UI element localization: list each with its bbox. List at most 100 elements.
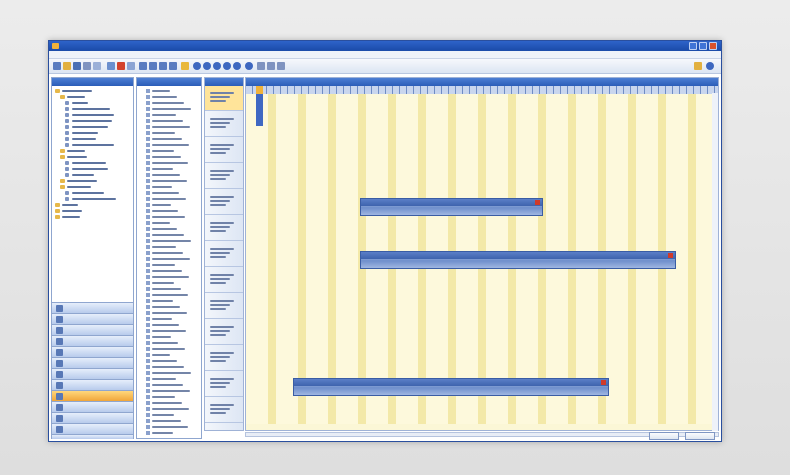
- resource-row[interactable]: [205, 398, 243, 423]
- nav-button-4[interactable]: [52, 335, 133, 346]
- settings-icon[interactable]: [277, 62, 285, 70]
- nav-today-icon[interactable]: [213, 62, 221, 70]
- resource-row[interactable]: [205, 372, 243, 397]
- preview-icon[interactable]: [93, 62, 101, 70]
- list-item[interactable]: [142, 161, 200, 165]
- close-button[interactable]: [709, 42, 717, 50]
- list-item[interactable]: [142, 113, 200, 117]
- print-icon[interactable]: [83, 62, 91, 70]
- grid-icon[interactable]: [257, 62, 265, 70]
- minimize-button[interactable]: [689, 42, 697, 50]
- list-item[interactable]: [142, 263, 200, 267]
- list-item[interactable]: [142, 137, 200, 141]
- list-item[interactable]: [142, 215, 200, 219]
- edit-icon[interactable]: [127, 62, 135, 70]
- list-item[interactable]: [142, 335, 200, 339]
- list-item[interactable]: [142, 107, 200, 111]
- nav-button-5[interactable]: [52, 346, 133, 357]
- list-item[interactable]: [142, 407, 200, 411]
- list-item[interactable]: [142, 119, 200, 123]
- nav-button-12[interactable]: [52, 423, 133, 434]
- list-item[interactable]: [142, 341, 200, 345]
- delete-icon[interactable]: [117, 62, 125, 70]
- nav-button-10[interactable]: [52, 401, 133, 412]
- list-item[interactable]: [142, 239, 200, 243]
- list-item[interactable]: [142, 323, 200, 327]
- list-item[interactable]: [142, 257, 200, 261]
- list-item[interactable]: [142, 281, 200, 285]
- resource-row[interactable]: [205, 268, 243, 293]
- list-item[interactable]: [142, 317, 200, 321]
- appointment-bar-1[interactable]: [360, 198, 543, 216]
- nav-next-icon[interactable]: [223, 62, 231, 70]
- list-item[interactable]: [142, 179, 200, 183]
- list-item[interactable]: [142, 167, 200, 171]
- list-item[interactable]: [142, 125, 200, 129]
- list-item[interactable]: [142, 227, 200, 231]
- resource-row[interactable]: [205, 86, 243, 111]
- list-item[interactable]: [142, 377, 200, 381]
- list-item[interactable]: [142, 311, 200, 315]
- new-icon[interactable]: [53, 62, 61, 70]
- resource-row[interactable]: [205, 346, 243, 371]
- list-item[interactable]: [142, 431, 200, 435]
- resource-row[interactable]: [205, 112, 243, 137]
- nav-button-6[interactable]: [52, 357, 133, 368]
- list-item[interactable]: [142, 185, 200, 189]
- resource-row[interactable]: [205, 320, 243, 345]
- nav-first-icon[interactable]: [193, 62, 201, 70]
- list-item[interactable]: [142, 89, 200, 93]
- list-item[interactable]: [142, 365, 200, 369]
- nav-prev-icon[interactable]: [203, 62, 211, 70]
- remove-icon[interactable]: [535, 200, 540, 205]
- footer-button-1[interactable]: [649, 432, 679, 440]
- list-item[interactable]: [142, 347, 200, 351]
- list-item[interactable]: [142, 275, 200, 279]
- list-item[interactable]: [142, 203, 200, 207]
- list-item[interactable]: [142, 395, 200, 399]
- list-item[interactable]: [142, 287, 200, 291]
- resource-row[interactable]: [205, 242, 243, 267]
- remove-icon[interactable]: [668, 253, 673, 258]
- list-item[interactable]: [142, 413, 200, 417]
- list-item[interactable]: [142, 191, 200, 195]
- zoom-icon[interactable]: [245, 62, 253, 70]
- list-item[interactable]: [142, 209, 200, 213]
- resource-row[interactable]: [205, 164, 243, 189]
- nav-button-1[interactable]: [52, 302, 133, 313]
- list-item[interactable]: [142, 101, 200, 105]
- list-item[interactable]: [142, 221, 200, 225]
- list-item[interactable]: [142, 383, 200, 387]
- maximize-button[interactable]: [699, 42, 707, 50]
- appointment-bar-3[interactable]: [293, 378, 609, 396]
- appointment-bar-4[interactable]: [360, 430, 676, 431]
- resource-row[interactable]: [205, 190, 243, 215]
- vertical-scrollbar[interactable]: [712, 93, 718, 431]
- appointment-bar-2[interactable]: [360, 251, 676, 269]
- nav-button-11[interactable]: [52, 412, 133, 423]
- list-item[interactable]: [142, 245, 200, 249]
- list-icon[interactable]: [267, 62, 275, 70]
- list-item[interactable]: [142, 305, 200, 309]
- nav-button-9-active[interactable]: [52, 390, 133, 401]
- list-item[interactable]: [142, 359, 200, 363]
- list-item[interactable]: [142, 251, 200, 255]
- horizontal-scrollbar[interactable]: [245, 432, 719, 437]
- list-item[interactable]: [142, 149, 200, 153]
- calendar-month-icon[interactable]: [159, 62, 167, 70]
- list-item[interactable]: [142, 389, 200, 393]
- list-item[interactable]: [142, 299, 200, 303]
- list-item[interactable]: [142, 329, 200, 333]
- refresh-icon[interactable]: [107, 62, 115, 70]
- calendar-year-icon[interactable]: [169, 62, 177, 70]
- list-item[interactable]: [142, 173, 200, 177]
- open-icon[interactable]: [63, 62, 71, 70]
- list-item[interactable]: [142, 95, 200, 99]
- nav-last-icon[interactable]: [233, 62, 241, 70]
- highlight-icon[interactable]: [181, 62, 189, 70]
- save-icon[interactable]: [73, 62, 81, 70]
- nav-button-8[interactable]: [52, 379, 133, 390]
- list-item[interactable]: [142, 419, 200, 423]
- list-item[interactable]: [142, 353, 200, 357]
- list-item[interactable]: [142, 293, 200, 297]
